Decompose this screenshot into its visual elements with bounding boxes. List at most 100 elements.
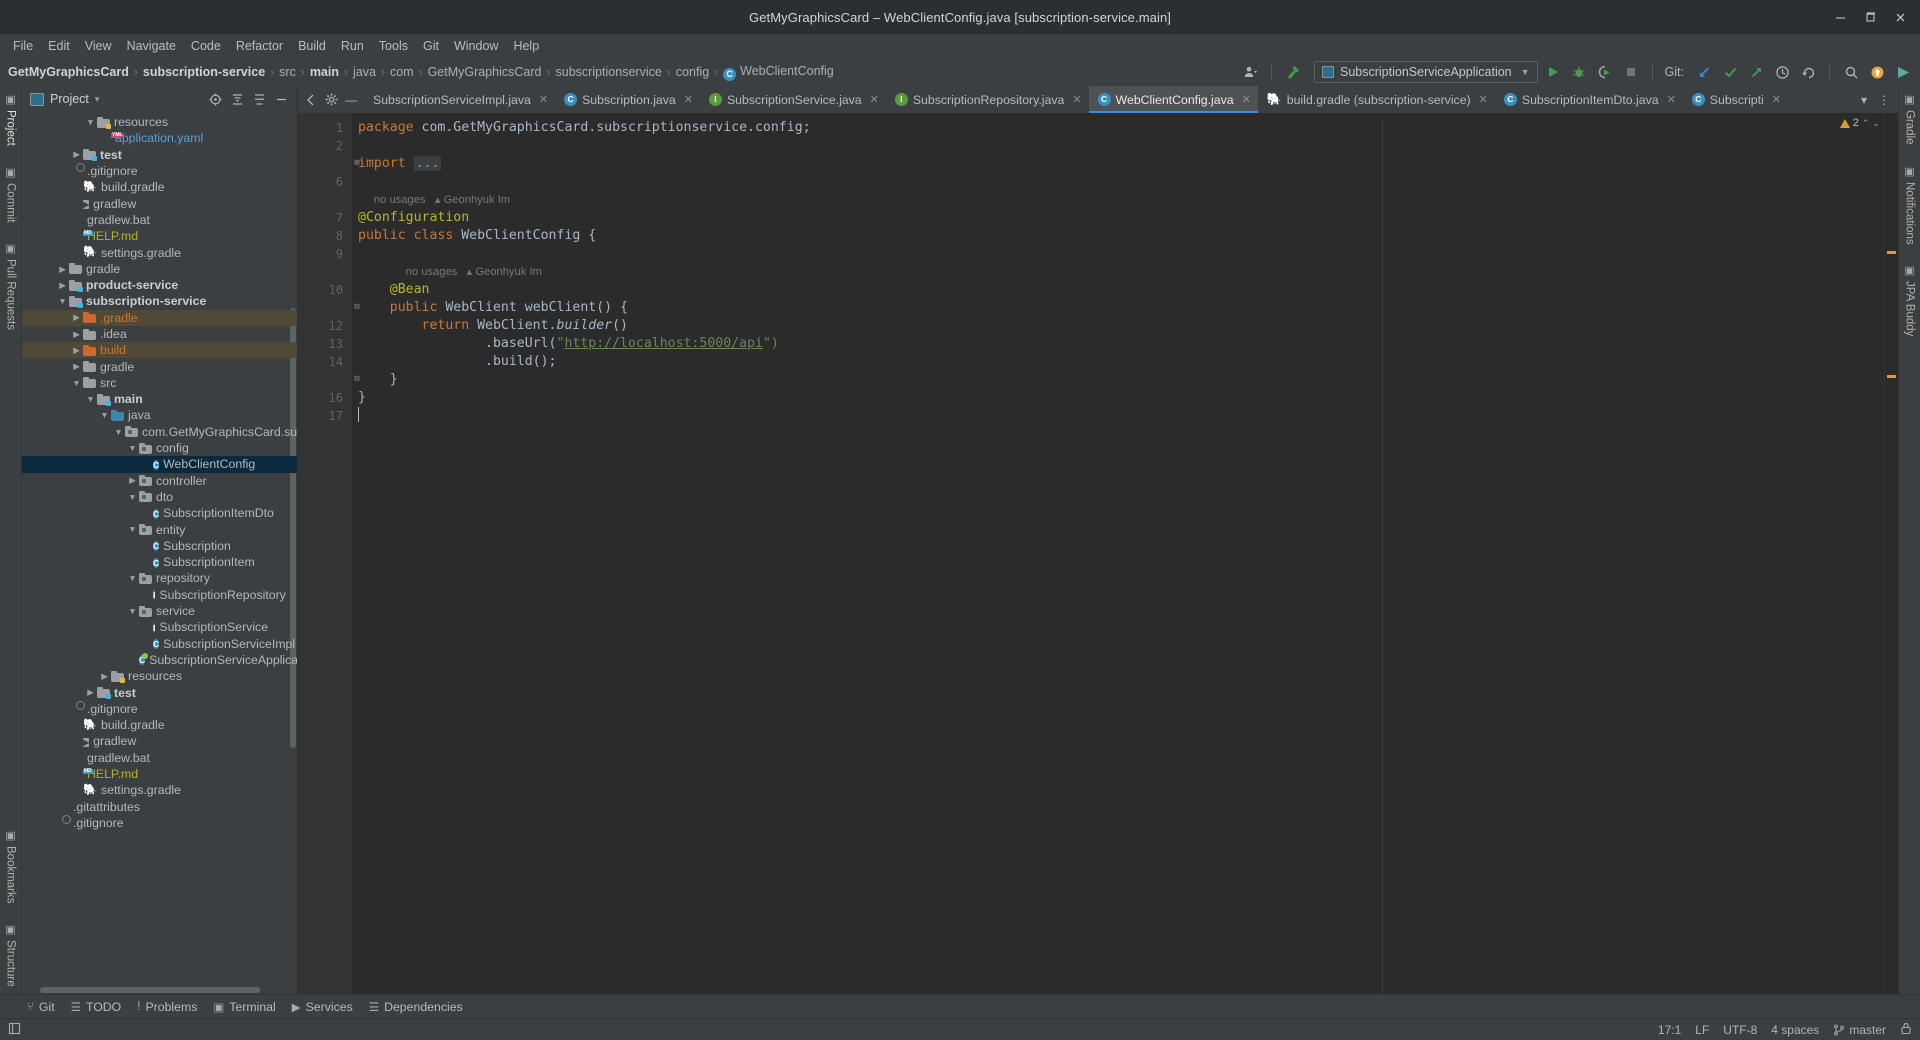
chevron-down-icon[interactable]: ▼ — [126, 493, 139, 502]
tree-node[interactable]: ▼ config — [22, 440, 297, 456]
line-separator[interactable]: LF — [1695, 1023, 1709, 1037]
code-inlay-hint[interactable]: no usages ▴ Geonhyuk Im — [352, 263, 1884, 281]
tree-node[interactable]: .gitattributes — [22, 798, 297, 814]
tree-node[interactable]: ▶ controller — [22, 473, 297, 489]
tree-node[interactable]: 🐘 build.gradle — [22, 717, 297, 733]
tree-node[interactable]: ▶ .idea — [22, 326, 297, 342]
caret-position[interactable]: 17:1 — [1658, 1023, 1681, 1037]
tree-node[interactable]: C WebClientConfig — [22, 456, 297, 473]
error-stripe[interactable] — [1884, 113, 1898, 994]
menu-code[interactable]: Code — [184, 36, 228, 56]
lock-icon[interactable] — [1900, 1022, 1912, 1038]
git-push-icon[interactable] — [1745, 61, 1767, 83]
tree-node[interactable]: C SubscriptionItem — [22, 554, 297, 570]
tree-node[interactable]: .gitignore — [22, 815, 297, 831]
close-icon[interactable]: ✕ — [1667, 93, 1676, 106]
usages-hint[interactable]: no usages — [406, 266, 458, 278]
tree-node[interactable]: ▼ service — [22, 603, 297, 619]
editor-tab-webclientconfig-java[interactable]: C WebClientConfig.java ✕ — [1088, 86, 1259, 113]
tool-window-button-notifications[interactable]: ▣ Notifications — [1903, 162, 1916, 248]
chevron-down-icon[interactable]: ▼ — [126, 607, 139, 616]
close-icon[interactable]: ✕ — [1479, 93, 1488, 106]
bottom-tool-problems[interactable]: ! Problems — [130, 998, 204, 1016]
bottom-tool-dependencies[interactable]: ☰ Dependencies — [362, 998, 470, 1016]
collapse-all-icon[interactable] — [250, 90, 269, 109]
tree-node[interactable]: C SubscriptionItemDto — [22, 505, 297, 521]
hide-editor-icon[interactable]: — — [342, 91, 360, 109]
tree-node[interactable]: 🐘 settings.gradle — [22, 244, 297, 260]
chevron-right-icon[interactable]: ▶ — [56, 265, 69, 274]
tool-window-button-project[interactable]: ▣ Project — [4, 90, 17, 149]
git-commit-icon[interactable] — [1719, 61, 1741, 83]
close-button[interactable] — [1886, 4, 1914, 30]
editor-tab-subscription-java[interactable]: C Subscription.java ✕ — [555, 86, 700, 113]
tree-node[interactable]: MD HELP.md — [22, 766, 297, 782]
menu-edit[interactable]: Edit — [41, 36, 77, 56]
tool-window-button-pull-requests[interactable]: ▣ Pull Requests — [4, 239, 17, 333]
chevron-down-icon[interactable]: ▾ — [95, 94, 100, 105]
close-icon[interactable]: ✕ — [1072, 93, 1081, 106]
tool-window-button-commit[interactable]: ▣ Commit — [4, 163, 17, 226]
tree-node[interactable]: ▶ resources — [22, 668, 297, 684]
maximize-button[interactable] — [1856, 4, 1884, 30]
tree-node[interactable]: .gitignore — [22, 701, 297, 717]
editor-tab-subscriptionserviceimpl-java[interactable]: SubscriptionServiceImpl.java ✕ — [364, 86, 555, 113]
chevron-down-icon[interactable]: ▼ — [126, 444, 139, 453]
chevron-down-icon[interactable]: ⌄ — [1872, 118, 1880, 129]
chevron-right-icon[interactable]: ▶ — [70, 362, 83, 371]
editor-tab-subscriptionrepository-java[interactable]: I SubscriptionRepository.java ✕ — [886, 86, 1089, 113]
tree-node[interactable]: I SubscriptionService — [22, 619, 297, 635]
chevron-right-icon[interactable]: ▶ — [70, 150, 83, 159]
settings-gear-icon[interactable] — [322, 91, 340, 109]
breadcrumb-item[interactable]: subscriptionservice — [556, 65, 662, 79]
breadcrumb-item[interactable]: GetMyGraphicsCard — [428, 65, 542, 79]
editor-tab-subscriptionitemdto-java[interactable]: C SubscriptionItemDto.java ✕ — [1495, 86, 1683, 113]
expand-all-icon[interactable] — [228, 90, 247, 109]
tree-node[interactable]: ▼ subscription-service — [22, 293, 297, 309]
breadcrumb-item[interactable]: C WebClientConfig — [723, 64, 834, 81]
stripe-warning-mark[interactable] — [1887, 251, 1896, 254]
chevron-right-icon[interactable]: ▶ — [70, 330, 83, 339]
chevron-down-icon[interactable]: ▼ — [98, 411, 111, 420]
tree-node[interactable]: ▼ repository — [22, 570, 297, 586]
tree-node[interactable]: 🐘 build.gradle — [22, 179, 297, 195]
tree-node[interactable]: ▶ .gradle — [22, 309, 297, 326]
ide-icon[interactable] — [1892, 61, 1914, 83]
menu-tools[interactable]: Tools — [372, 36, 415, 56]
chevron-right-icon[interactable]: ▶ — [70, 346, 83, 355]
tree-node[interactable]: ▼ src — [22, 375, 297, 391]
tree-node[interactable]: ▼ dto — [22, 489, 297, 505]
chevron-down-icon[interactable]: ▼ — [70, 379, 83, 388]
tree-node[interactable]: ▶ build — [22, 342, 297, 359]
tree-node[interactable]: YML application.yaml — [22, 130, 297, 146]
chevron-right-icon[interactable]: ▶ — [98, 672, 111, 681]
stripe-warning-mark[interactable] — [1887, 375, 1896, 378]
close-icon[interactable]: ✕ — [684, 93, 693, 106]
minimize-button[interactable] — [1826, 4, 1854, 30]
update-available-icon[interactable] — [1866, 61, 1888, 83]
debug-button[interactable] — [1568, 61, 1590, 83]
tree-node[interactable]: ▼ com.GetMyGraphicsCard.subscripti — [22, 424, 297, 440]
tree-node[interactable]: ▼ java — [22, 407, 297, 423]
menu-file[interactable]: File — [6, 36, 40, 56]
tree-node[interactable]: I SubscriptionRepository — [22, 587, 297, 603]
tree-node[interactable]: C Subscription — [22, 538, 297, 554]
tree-node[interactable]: ▶ product-service — [22, 277, 297, 293]
rollback-icon[interactable] — [1797, 61, 1819, 83]
menu-run[interactable]: Run — [334, 36, 371, 56]
account-icon[interactable] — [1239, 61, 1261, 83]
inspection-status-badge[interactable]: 2 ⌃ ⌄ — [1839, 117, 1880, 129]
bottom-tool-services[interactable]: ▶ Services — [285, 998, 360, 1016]
usages-hint[interactable]: no usages — [374, 194, 426, 206]
editor-gutter[interactable]: 1 2 ⊞ 6 7 8 9 10 ⊟ 12 13 14 ⊟ 16 17 — [298, 113, 360, 994]
stop-button[interactable] — [1620, 61, 1642, 83]
tool-window-button-gradle[interactable]: ▣ Gradle — [1903, 90, 1916, 148]
run-button[interactable] — [1542, 61, 1564, 83]
run-configuration-selector[interactable]: SubscriptionServiceApplication ▼ — [1314, 61, 1538, 83]
author-hint[interactable]: ▴ Geonhyuk Im — [435, 194, 510, 206]
bottom-tool-git[interactable]: ⑂ Git — [20, 998, 62, 1016]
tree-node[interactable]: ▶ test — [22, 147, 297, 163]
menu-git[interactable]: Git — [416, 36, 446, 56]
tool-window-button-jpa-buddy[interactable]: ▣ JPA Buddy — [1903, 261, 1916, 339]
run-with-coverage-button[interactable] — [1594, 61, 1616, 83]
